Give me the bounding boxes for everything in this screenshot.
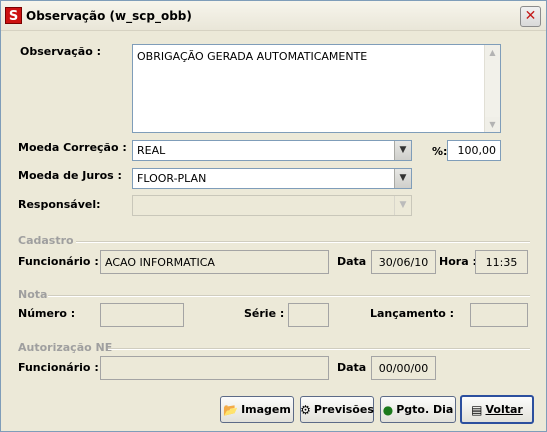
imagem-button-label: Imagem [241,403,291,416]
window-title: Observação (w_scp_obb) [26,9,192,23]
moeda-juros-select[interactable]: FLOOR-PLAN ▼ [132,168,412,189]
responsavel-select[interactable]: ▼ [132,195,412,216]
nota-section-title: Nota [18,288,48,301]
scroll-up-icon[interactable]: ▲ [485,45,500,60]
cadastro-funcionario-field: ACAO INFORMATICA [100,250,329,274]
responsavel-label: Responsável: [18,198,101,211]
cadastro-data-field: 30/06/10 [371,250,436,274]
chevron-down-icon[interactable]: ▼ [394,169,411,188]
cadastro-hora-field: 11:35 [475,250,528,274]
app-logo-icon: S [5,7,22,24]
moeda-correcao-label: Moeda Correção : [18,141,127,154]
cadastro-data-label: Data : [337,255,375,268]
observacao-textarea[interactable]: OBRIGAÇÃO GERADA AUTOMATICAMENTE ▲ ▼ [132,44,501,133]
autorizacao-funcionario-field [100,356,329,380]
chevron-down-icon: ▼ [394,196,411,215]
money-bag-icon: ● [382,402,394,417]
autorizacao-funcionario-label: Funcionário : [18,361,99,374]
observacao-text: OBRIGAÇÃO GERADA AUTOMATICAMENTE [137,50,368,63]
percent-label: %: [432,145,448,158]
nota-serie-label: Série : [244,307,285,320]
chevron-down-icon[interactable]: ▼ [394,141,411,160]
pgto-dia-button[interactable]: ● Pgto. Dia [380,396,456,423]
observacao-scrollbar[interactable]: ▲ ▼ [484,45,500,132]
close-icon: ✕ [524,8,537,24]
cadastro-funcionario-label: Funcionário : [18,255,99,268]
autorizacao-divider [108,348,530,350]
nota-numero-field [100,303,184,327]
observacao-window: S Observação (w_scp_obb) ✕ Observação : … [0,0,547,432]
cadastro-section-title: Cadastro [18,234,74,247]
autorizacao-data-label: Data : [337,361,375,374]
cadastro-divider [76,241,530,243]
moeda-juros-value: FLOOR-PLAN [137,172,207,185]
moeda-correcao-value: REAL [137,144,166,157]
previsoes-button-label: Previsões [313,403,374,416]
moeda-correcao-select[interactable]: REAL ▼ [132,140,412,161]
voltar-button[interactable]: ▤ Voltar [460,395,534,424]
observacao-label: Observação : [20,45,101,58]
nota-serie-field [288,303,329,327]
nota-divider [48,295,530,297]
nota-numero-label: Número : [18,307,76,320]
close-button[interactable]: ✕ [520,6,541,27]
nota-lancamento-label: Lançamento : [370,307,455,320]
exit-door-icon: ▤ [471,402,483,417]
title-bar[interactable]: S Observação (w_scp_obb) ✕ [1,1,546,31]
cadastro-hora-label: Hora : [439,255,477,268]
gears-icon: ⚙ [300,402,311,417]
folder-icon: 📂 [223,402,239,417]
previsoes-button[interactable]: ⚙ Previsões [300,396,374,423]
percent-input[interactable]: 100,00 [447,140,501,161]
pgto-dia-button-label: Pgto. Dia [396,403,454,416]
scroll-down-icon[interactable]: ▼ [485,117,500,132]
autorizacao-data-field: 00/00/00 [371,356,436,380]
imagem-button[interactable]: 📂 Imagem [220,396,294,423]
moeda-juros-label: Moeda de Juros : [18,169,122,182]
nota-lancamento-field [470,303,528,327]
voltar-button-label: Voltar [485,403,523,416]
autorizacao-section-title: Autorização NE [18,341,113,354]
